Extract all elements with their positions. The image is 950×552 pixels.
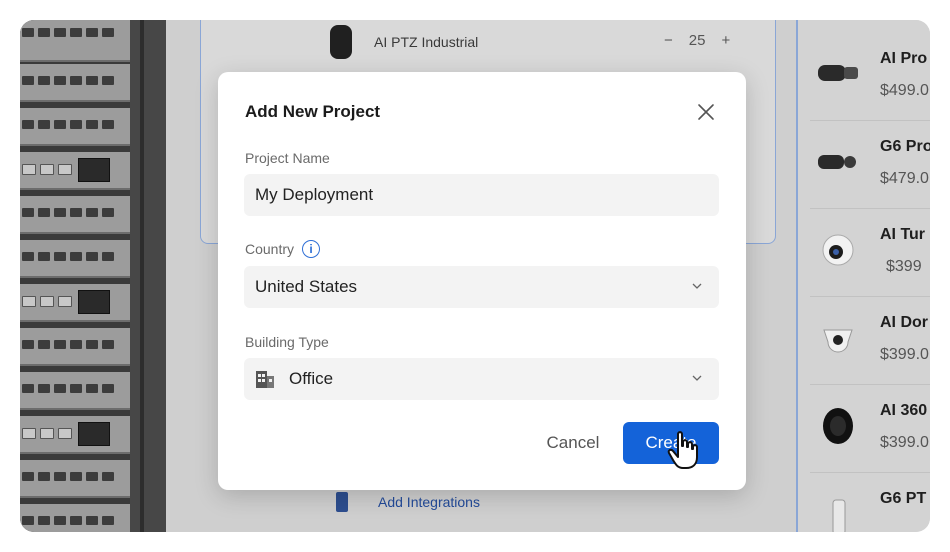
- project-name-value: My Deployment: [255, 185, 374, 204]
- country-label: Country i: [245, 240, 321, 258]
- bullet-camera-icon: [816, 140, 860, 184]
- chevron-down-icon: [692, 375, 702, 381]
- cancel-button[interactable]: Cancel: [523, 422, 623, 464]
- rack-unit: [20, 20, 130, 62]
- rack-unit: [20, 416, 130, 454]
- building-type-label: Building Type: [245, 334, 329, 350]
- rack-unit: [20, 196, 130, 234]
- product-name: AI Pro: [880, 50, 928, 67]
- rack-unit: [20, 152, 130, 190]
- create-button[interactable]: Create: [623, 422, 719, 464]
- building-type-value: Office: [289, 369, 334, 388]
- country-label-text: Country: [245, 241, 295, 257]
- product-item[interactable]: AI Dor $399.0: [810, 298, 930, 385]
- rack-unit: [20, 108, 130, 146]
- project-name-input[interactable]: My Deployment: [244, 174, 719, 216]
- product-name: AI Dor: [880, 314, 928, 331]
- add-project-dialog: Add New Project Project Name My Deployme…: [218, 72, 746, 490]
- product-item[interactable]: G6 PT: [810, 474, 930, 532]
- product-name: G6 Pro: [880, 138, 930, 155]
- integration-icon: [336, 492, 348, 512]
- product-item[interactable]: AI 360 $399.0: [810, 386, 930, 473]
- building-type-label-text: Building Type: [245, 334, 329, 350]
- device-row[interactable]: AI PTZ Industrial: [330, 24, 478, 60]
- project-name-label: Project Name: [245, 150, 330, 166]
- quantity-value: 25: [688, 32, 706, 49]
- building-icon: [255, 369, 275, 389]
- country-value: United States: [255, 277, 358, 296]
- rack-unit: [20, 64, 130, 102]
- 360-camera-icon: [816, 404, 860, 448]
- info-icon[interactable]: i: [302, 240, 321, 258]
- product-name: AI Tur: [880, 226, 926, 243]
- add-integrations-link[interactable]: Add Integrations: [378, 494, 480, 510]
- country-select[interactable]: United States: [244, 266, 719, 308]
- product-item[interactable]: G6 Pro $479.0: [810, 122, 930, 209]
- product-price: $399.0: [880, 346, 929, 363]
- rack-unit: [20, 372, 130, 410]
- product-price: $479.0: [880, 170, 929, 187]
- product-item[interactable]: AI Pro $499.0: [810, 34, 930, 121]
- rack-unit: [20, 240, 130, 278]
- rack-rail: [130, 20, 166, 532]
- turret-camera-icon: [816, 228, 860, 272]
- close-button[interactable]: [694, 100, 718, 124]
- bullet-camera-icon: [816, 52, 860, 96]
- close-icon: [698, 104, 714, 120]
- product-item[interactable]: AI Tur $399: [810, 210, 930, 297]
- product-name: G6 PT: [880, 490, 927, 507]
- product-price: $399.0: [880, 434, 929, 451]
- decrement-button[interactable]: −: [664, 32, 673, 49]
- building-type-select[interactable]: Office: [244, 358, 719, 400]
- camera-icon: [330, 25, 352, 59]
- dialog-title: Add New Project: [245, 102, 381, 121]
- project-name-label-text: Project Name: [245, 150, 330, 166]
- product-name: AI 360: [880, 402, 928, 419]
- rack-unit: [20, 284, 130, 322]
- increment-button[interactable]: +: [721, 32, 730, 49]
- product-price: $399: [886, 258, 922, 275]
- server-rack: [20, 20, 166, 532]
- rack-unit: [20, 328, 130, 366]
- quantity-stepper[interactable]: − 25 +: [664, 32, 730, 49]
- dome-camera-icon: [816, 316, 860, 360]
- device-name: AI PTZ Industrial: [374, 34, 479, 50]
- rack-rail-divider: [140, 20, 144, 532]
- product-price: $499.0: [880, 82, 929, 99]
- chevron-down-icon: [692, 283, 702, 289]
- rack-unit: [20, 504, 130, 532]
- add-integrations-row[interactable]: Add Integrations: [336, 490, 480, 514]
- rack-unit: [20, 460, 130, 498]
- ptz-camera-icon: [816, 492, 860, 532]
